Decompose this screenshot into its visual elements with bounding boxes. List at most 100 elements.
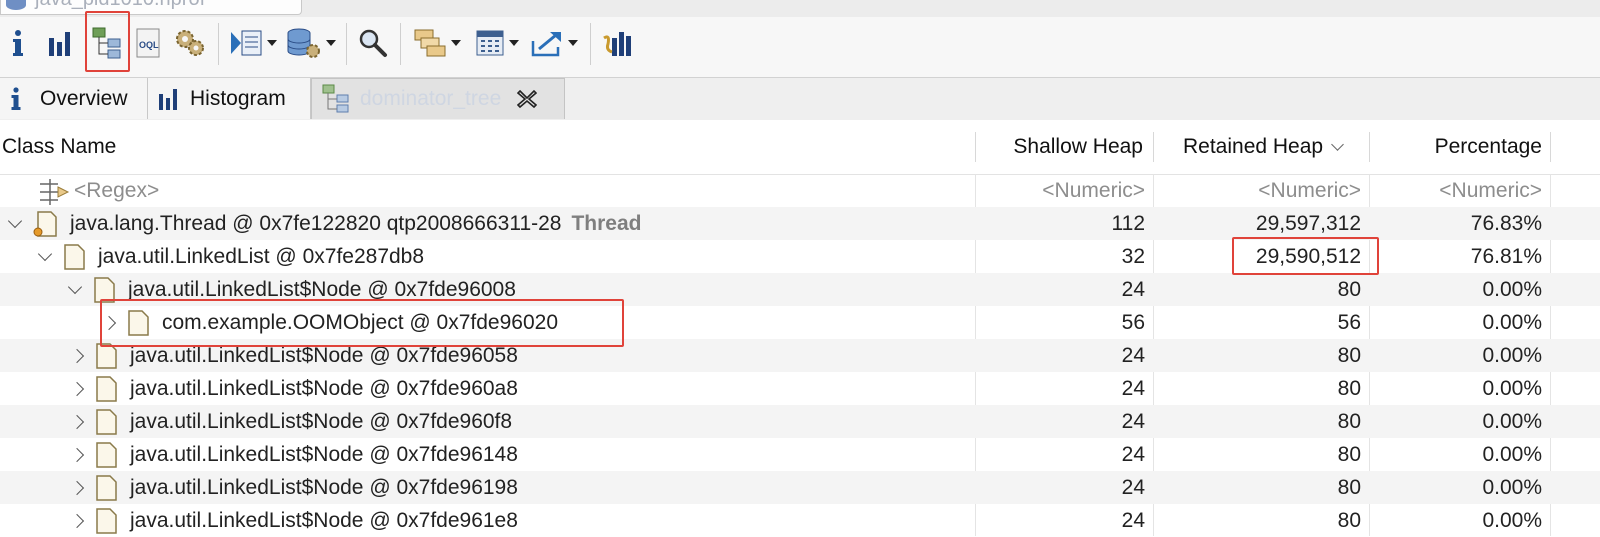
table-header: Class Name Shallow Heap Retained Heap Pe…: [0, 120, 1600, 175]
retained-heap-filter[interactable]: <Numeric>: [1154, 174, 1369, 207]
thread-object-icon: [32, 210, 60, 238]
column-header-retained-heap-label: Retained Heap: [1183, 135, 1324, 158]
database-icon: [6, 0, 26, 10]
heap-settings-button[interactable]: [173, 25, 207, 61]
collapse-toggle[interactable]: [60, 279, 90, 294]
object-icon: [94, 507, 120, 535]
column-header-class-name[interactable]: Class Name: [2, 120, 972, 174]
shallow-heap-filter[interactable]: <Numeric>: [976, 174, 1153, 207]
row-shallow-heap: 112: [1111, 211, 1145, 235]
row-shallow-heap: 24: [1121, 343, 1145, 367]
search-button[interactable]: [356, 25, 390, 61]
toolbar: OQL: [0, 11, 1600, 77]
highlight-box-retained-heap: [1232, 237, 1379, 275]
toolbar-separator: [346, 23, 347, 65]
gears-icon: [176, 30, 204, 56]
leak-chart-icon: [603, 32, 631, 56]
row-shallow-heap: 24: [1121, 409, 1145, 433]
tab-dominator-tree[interactable]: dominator_tree: [311, 78, 565, 119]
chevron-right-icon: [69, 381, 85, 396]
histogram-icon: [158, 88, 180, 110]
editor-tab-strip: java_pid1010.hprof: [0, 0, 1600, 18]
row-retained-heap: 29,597,312: [1255, 211, 1361, 235]
row-percentage: 0.00%: [1482, 376, 1542, 400]
object-icon: [94, 408, 120, 436]
percentage-filter[interactable]: <Numeric>: [1370, 174, 1550, 207]
expand-toggle[interactable]: [62, 513, 92, 528]
tab-histogram[interactable]: Histogram: [148, 78, 311, 119]
group-by-button[interactable]: [410, 25, 464, 61]
histogram-button[interactable]: [46, 25, 76, 61]
info-button[interactable]: [8, 25, 28, 61]
export-button[interactable]: [528, 25, 580, 61]
row-shallow-heap: 24: [1121, 442, 1145, 466]
column-divider[interactable]: [1550, 132, 1551, 162]
row-percentage: 76.83%: [1470, 211, 1542, 235]
expand-toggle[interactable]: [62, 381, 92, 396]
leak-suspects-button[interactable]: [600, 25, 634, 61]
chevron-right-icon: [69, 348, 85, 363]
calculator-icon: [476, 30, 504, 56]
expand-toggle[interactable]: [62, 348, 92, 363]
collapse-toggle[interactable]: [30, 246, 60, 261]
database-query-icon: [287, 28, 320, 58]
expand-toggle[interactable]: [62, 480, 92, 495]
table-row[interactable]: java.util.LinkedList$Node @ 0x7fde961e8 …: [0, 504, 1600, 537]
filter-icon: [40, 178, 70, 205]
object-icon: [94, 474, 120, 502]
thread-tag: Thread: [571, 211, 642, 235]
chevron-right-icon: [69, 480, 85, 495]
regex-filter-cell[interactable]: <Regex>: [36, 174, 159, 207]
table-row[interactable]: java.util.LinkedList$Node @ 0x7fde96198 …: [0, 471, 1600, 504]
expand-toggle[interactable]: [62, 447, 92, 462]
row-percentage: 0.00%: [1482, 310, 1542, 334]
row-class-name: java.lang.Thread @ 0x7fe122820 qtp200866…: [70, 211, 562, 235]
editor-tab-heapdump[interactable]: java_pid1010.hprof: [0, 0, 302, 15]
chevron-down-icon: [7, 213, 23, 228]
dominator-tree-table: Class Name Shallow Heap Retained Heap Pe…: [0, 120, 1600, 536]
row-retained-heap: 56: [1337, 310, 1361, 334]
view-tab-bar: Overview Histogram dominator_tree: [0, 77, 1600, 121]
chevron-down-icon: [37, 246, 53, 261]
column-divider[interactable]: [1153, 132, 1154, 162]
row-retained-heap: 80: [1337, 442, 1361, 466]
dominator-tree-icon: [322, 84, 350, 114]
report-icon: [231, 30, 262, 56]
row-class-name: java.util.LinkedList$Node @ 0x7fde960f8: [130, 409, 513, 433]
table-row[interactable]: java.util.LinkedList$Node @ 0x7fde96148 …: [0, 438, 1600, 471]
query-browser-button[interactable]: [286, 25, 336, 61]
toolbar-separator: [400, 23, 401, 65]
row-retained-heap: 80: [1337, 343, 1361, 367]
chevron-down-icon: [326, 40, 336, 46]
close-icon[interactable]: [517, 89, 538, 109]
table-row[interactable]: java.lang.Thread @ 0x7fe122820 qtp200866…: [0, 207, 1600, 240]
column-header-shallow-heap[interactable]: Shallow Heap: [976, 120, 1153, 174]
tab-dominator-tree-label: dominator_tree: [360, 87, 502, 110]
highlight-box-oom-object: [100, 299, 624, 347]
calculate-retained-button[interactable]: [472, 25, 522, 61]
sort-descending-icon: [1331, 138, 1344, 151]
row-percentage: 0.00%: [1482, 277, 1542, 301]
row-class-name: java.util.LinkedList$Node @ 0x7fde96148: [130, 442, 518, 466]
tab-overview[interactable]: Overview: [0, 78, 148, 119]
oql-button[interactable]: OQL: [133, 25, 163, 61]
chevron-down-icon: [568, 40, 578, 46]
row-class-name: java.util.LinkedList$Node @ 0x7fde961e8: [130, 508, 518, 532]
toolbar-separator: [590, 23, 591, 65]
row-retained-heap: 80: [1337, 508, 1361, 532]
row-class-name: java.util.LinkedList$Node @ 0x7fde96058: [130, 343, 518, 367]
row-shallow-heap: 32: [1121, 244, 1145, 268]
svg-text:OQL: OQL: [139, 40, 159, 50]
row-class-name: java.util.LinkedList @ 0x7fe287db8: [98, 244, 425, 268]
row-percentage: 0.00%: [1482, 508, 1542, 532]
run-report-button[interactable]: [228, 25, 278, 61]
histogram-icon: [49, 32, 70, 56]
table-row[interactable]: java.util.LinkedList$Node @ 0x7fde960a8 …: [0, 372, 1600, 405]
collapse-toggle[interactable]: [0, 213, 30, 228]
table-row[interactable]: java.util.LinkedList$Node @ 0x7fde960f8 …: [0, 405, 1600, 438]
row-percentage: 0.00%: [1482, 475, 1542, 499]
expand-toggle[interactable]: [62, 414, 92, 429]
column-header-percentage[interactable]: Percentage: [1370, 120, 1552, 174]
column-header-retained-heap[interactable]: Retained Heap: [1183, 120, 1369, 174]
chevron-right-icon: [69, 414, 85, 429]
